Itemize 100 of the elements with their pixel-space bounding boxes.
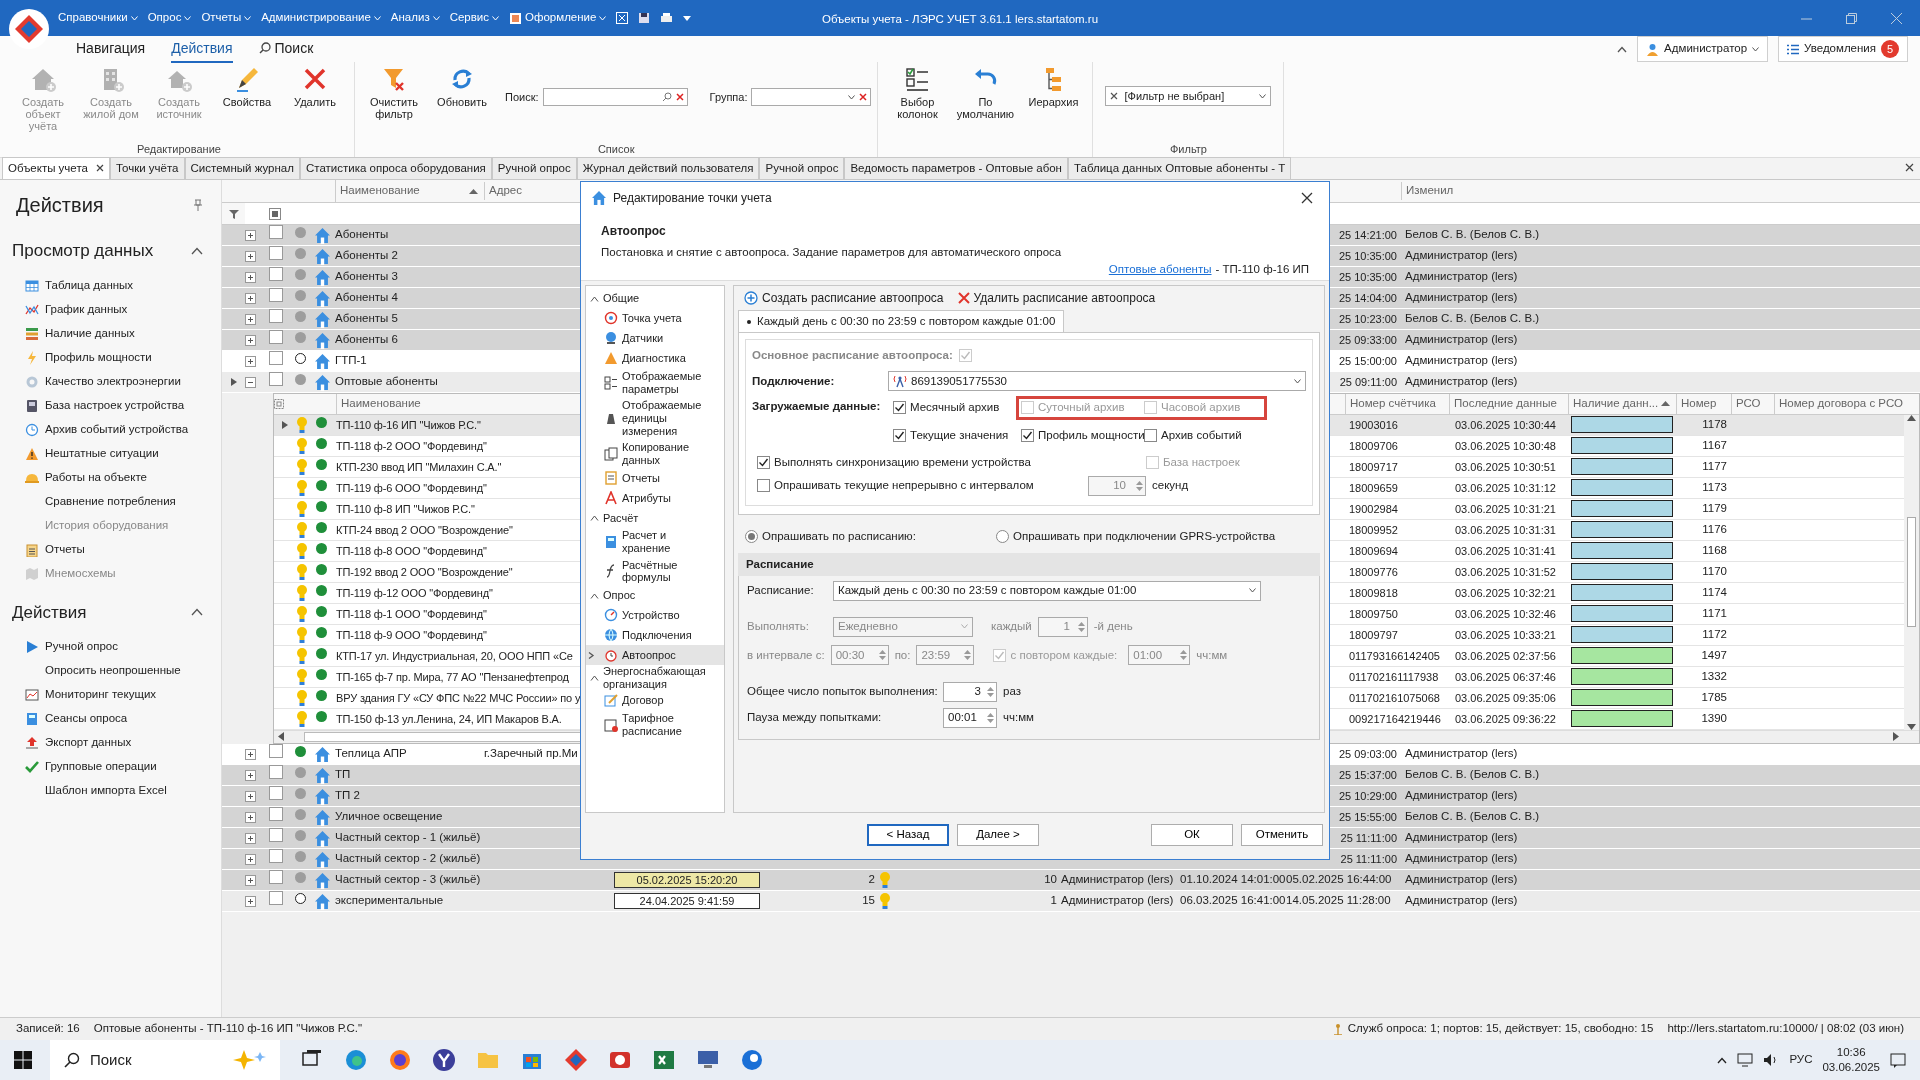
- group-title: Редактирование: [136, 142, 222, 157]
- author-cell: Администратор (lers): [1405, 747, 1518, 760]
- date-cell: 25 15:00:00: [1338, 354, 1397, 367]
- date-cell: 03.06.2025 10:31:12: [1455, 481, 1556, 494]
- date-cell: 03.06.2025 10:31:21: [1455, 502, 1556, 515]
- name-cell: ТП-110 ф-16 ИП "Чижов Р.С.": [336, 418, 481, 431]
- user-name: Администратор: [1664, 41, 1748, 57]
- name-cell: КТП-230 ввод ИП "Милахин С.А.": [336, 460, 502, 473]
- meter-cell: 18009952: [1349, 523, 1398, 536]
- date-cell: 03.06.2025 10:31:52: [1455, 565, 1556, 578]
- author-cell: Администратор (lers): [1405, 333, 1518, 346]
- number-cell: 1173: [1702, 481, 1727, 494]
- name-cell: Абоненты 6: [335, 333, 398, 346]
- name-cell: ТП-150 ф-13 ул.Ленина, 24, ИП Макаров В.А.: [336, 712, 562, 725]
- author-cell: Белов С. В. (Белов С. В.): [1405, 810, 1540, 823]
- field-label: Группа:: [709, 89, 748, 105]
- section-title: Просмотр данных: [12, 240, 154, 262]
- date-cell: 25 10:23:00: [1338, 312, 1397, 325]
- section-heading: Автоопрос: [601, 223, 667, 240]
- date-cell: 01.10.2024 14:01:00: [1180, 873, 1286, 886]
- author-cell: Администратор (lers): [1405, 852, 1518, 865]
- group-title: Фильтр: [1169, 142, 1208, 157]
- record-name: - ТП-110 ф-16 ИП: [1215, 262, 1309, 278]
- date-cell: 25 14:04:00: [1338, 291, 1397, 304]
- meter-cell: 18009776: [1349, 565, 1398, 578]
- field-label: по:: [894, 647, 911, 663]
- name-cell: Абоненты: [335, 228, 389, 241]
- date-cell: 03.06.2025 10:30:51: [1455, 460, 1556, 473]
- number-cell: 1179: [1702, 502, 1727, 515]
- name-cell: Уличное освещение: [335, 810, 443, 823]
- date-cell: 25 10:29:00: [1338, 789, 1397, 802]
- unit-label: чч:мм: [1196, 647, 1228, 663]
- field-label: Загружаемые данные:: [752, 399, 882, 415]
- name-cell: Оптовые абоненты: [335, 375, 438, 388]
- number-cell: 1170: [1702, 565, 1727, 578]
- count-cell: 15: [862, 894, 875, 907]
- number-cell: 1178: [1702, 418, 1727, 431]
- author-cell: Администратор (lers): [1405, 354, 1518, 367]
- field-label: Расписание:: [747, 583, 815, 599]
- name-cell: Абоненты 3: [335, 270, 398, 283]
- author-cell: Белов С. В. (Белов С. В.): [1405, 312, 1540, 325]
- status-text: Оптовые абоненты - ТП-110 ф-16 ИП "Чижов Р.С.": [93, 1021, 363, 1037]
- date-cell: 06.03.2025 16:41:00: [1180, 894, 1286, 907]
- number-cell: 1497: [1701, 649, 1727, 662]
- author-cell: Администратор (lers): [1405, 291, 1518, 304]
- number-cell: 1332: [1701, 670, 1727, 683]
- name-cell: ТП-119 ф-12 ООО "Фордевинд": [336, 586, 493, 599]
- unit-label: раз: [1003, 684, 1021, 700]
- window-title: Объекты учета - ЛЭРС УЧЕТ 3.61.1 lers.startatom.ru: [821, 13, 1099, 25]
- name-cell: Абоненты 2: [335, 249, 398, 262]
- status-text: Служб опроса: 1; портов: 15, действует: 15, свободно: 15: [1347, 1021, 1654, 1037]
- author-cell: Администратор (lers): [1061, 894, 1174, 907]
- author-cell: Администратор (lers): [1405, 789, 1518, 802]
- checkbox-label: Профиль мощности: [1038, 427, 1145, 443]
- name-cell: ТП-165 ф-7 пр. Мира, 77 АО "Пензанефтепрод: [336, 670, 569, 683]
- radio-label: Опрашивать при подключении GPRS-устройства: [1012, 529, 1276, 545]
- meter-cell: 18009659: [1349, 481, 1398, 494]
- name-cell: ТП 2: [335, 789, 360, 802]
- name-cell: Теплица АПР: [335, 747, 407, 760]
- checkbox-label: Опрашивать текущие непрерывно с интервалом: [774, 478, 1034, 493]
- name-cell: ТП-118 ф-2 ООО "Фордевинд": [336, 439, 487, 452]
- notification-count: 5: [1881, 40, 1899, 58]
- notifications-label: Уведомления: [1804, 41, 1876, 57]
- author-cell: Белов С. В. (Белов С. В.): [1405, 768, 1540, 781]
- meter-cell: 011793166142405: [1349, 649, 1440, 662]
- name-cell: ТП-118 ф-9 ООО "Фордевинд": [336, 628, 487, 641]
- name-cell: ТП-118 ф-1 ООО "Фордевинд": [336, 607, 487, 620]
- date-cell: 25 09:33:00: [1338, 333, 1397, 346]
- date-cell: 25 11:11:00: [1340, 852, 1397, 865]
- panel-title: Действия: [16, 193, 104, 218]
- author-cell: Администратор (lers): [1405, 249, 1518, 262]
- meter-cell: 011702161075068: [1349, 691, 1440, 704]
- checkbox-label: Выполнять синхронизацию времени устройства: [774, 454, 1031, 470]
- radio-label: Опрашивать по расписанию:: [762, 529, 916, 545]
- date-cell: 03.06.2025 10:31:31: [1455, 523, 1556, 536]
- checkbox-label: Часовой архив: [1161, 400, 1241, 416]
- name-cell: Частный сектор - 1 (жильё): [335, 831, 481, 844]
- meter-cell: 19003016: [1349, 418, 1398, 431]
- name-cell: КТП-24 ввод 2 ООО "Возрождение": [336, 523, 513, 536]
- date-cell: 25 14:21:00: [1338, 228, 1397, 241]
- dialog-title: Редактирование точки учета: [613, 190, 772, 207]
- unit-label: секунд: [1152, 478, 1189, 493]
- name-cell: ТП-110 ф-8 ИП "Чижов Р.С.": [336, 502, 475, 515]
- name-cell: КТП-17 ул. Индустриальная, 20, ООО НПП «Се: [336, 649, 573, 662]
- date-cell: 03.06.2025 10:30:48: [1455, 439, 1556, 452]
- author-cell: Администратор (lers): [1061, 873, 1174, 886]
- date-cell: 03.06.2025 10:30:44: [1455, 418, 1556, 431]
- name-cell: Частный сектор - 3 (жильё): [335, 873, 481, 886]
- date-cell: 03.06.2025 10:31:41: [1455, 544, 1556, 557]
- date-label: 05.02.2025 15:20:20: [614, 872, 760, 888]
- date-label: 24.04.2025 9:41:59: [614, 893, 760, 909]
- number-cell: 1390: [1701, 712, 1727, 725]
- checkbox-label: Текущие значения: [910, 427, 1009, 443]
- address-cell: г.Заречный пр.Ми: [484, 747, 578, 760]
- meter-cell: 009217164219446: [1349, 712, 1441, 725]
- author-cell: Администратор (lers): [1405, 375, 1518, 388]
- date-cell: 03.06.2025 06:37:46: [1455, 670, 1556, 683]
- author-cell: Белов С. В. (Белов С. В.): [1405, 228, 1540, 241]
- server-text: http://lers.startatom.ru:10000/ | 08:02 (03 июн): [1667, 1021, 1904, 1037]
- group-title: Список: [596, 142, 636, 157]
